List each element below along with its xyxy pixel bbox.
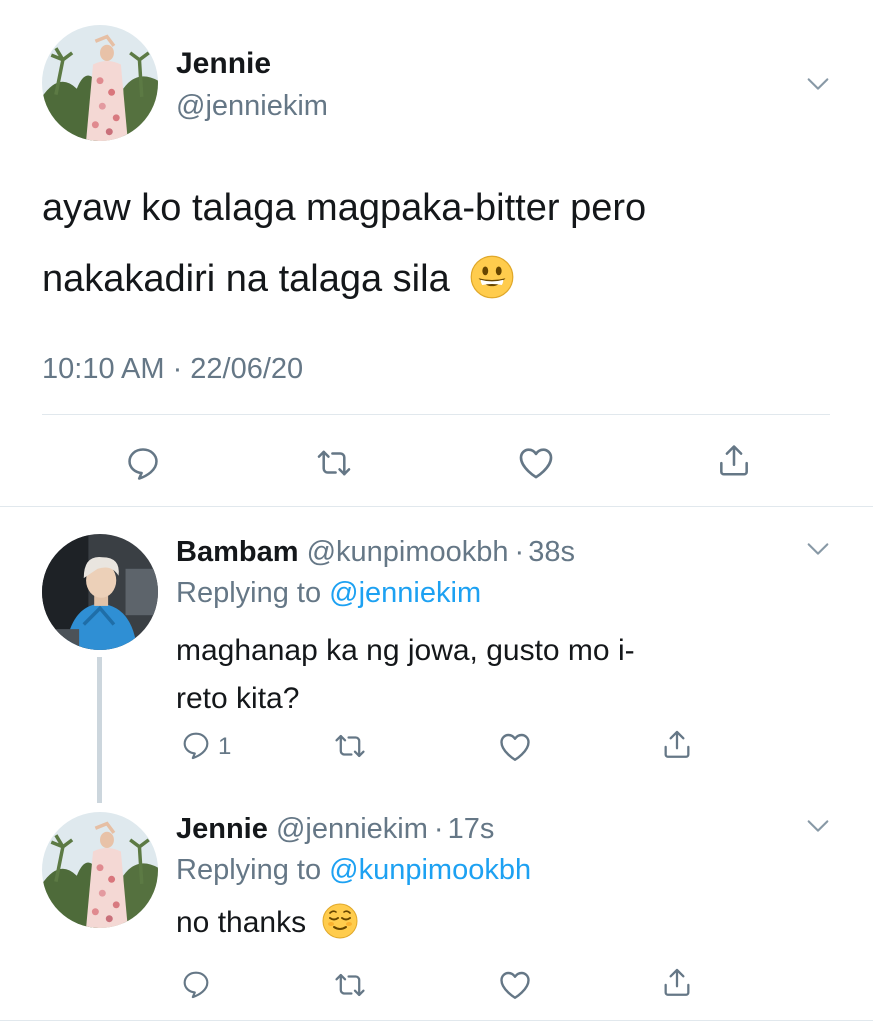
author-handle[interactable]: @jenniekim (276, 813, 428, 845)
author-name[interactable]: Jennie (176, 47, 271, 81)
grinning-face-icon (470, 258, 514, 300)
relieved-face-icon (322, 906, 358, 939)
tweet-text: no thanks (176, 903, 358, 943)
reply-icon[interactable] (180, 968, 212, 1000)
retweet-icon[interactable] (315, 444, 353, 482)
share-icon[interactable] (660, 727, 694, 761)
reply-time[interactable]: 38s (528, 536, 575, 568)
author-name[interactable]: Jennie (176, 813, 268, 845)
like-icon[interactable] (516, 443, 556, 483)
reply-time[interactable]: 17s (448, 813, 495, 845)
replying-to: Replying to @jenniekim (176, 576, 481, 610)
share-icon[interactable] (715, 441, 753, 479)
tweet-text-line: ayaw ko talaga magpaka-bitter pero (42, 187, 647, 229)
chevron-down-icon[interactable] (804, 70, 832, 98)
like-icon[interactable] (497, 729, 533, 765)
share-icon[interactable] (660, 965, 694, 999)
avatar-image (42, 812, 158, 928)
avatar[interactable] (42, 812, 158, 928)
replying-to-link[interactable]: @kunpimookbh (329, 854, 531, 886)
avatar[interactable] (42, 25, 158, 141)
replying-to-link[interactable]: @jenniekim (329, 577, 481, 609)
separator: · (433, 813, 444, 845)
reply-icon[interactable] (124, 444, 162, 482)
retweet-icon[interactable] (333, 729, 367, 763)
replying-to: Replying to @kunpimookbh (176, 853, 531, 887)
tweet-text: maghanap ka ng jowa, gusto mo i- reto ki… (176, 627, 635, 723)
avatar-image (42, 534, 158, 650)
like-icon[interactable] (497, 967, 533, 1003)
tweet-text-span: nakakadiri na talaga sila (42, 258, 450, 300)
tweet-text-line: reto kita? (176, 682, 300, 715)
author-name[interactable]: Bambam (176, 536, 299, 568)
reply-header: Bambam @kunpimookbh · 38s (176, 535, 575, 569)
author-handle[interactable]: @kunpimookbh (307, 536, 509, 568)
reply-icon[interactable] (180, 729, 212, 761)
author-handle[interactable]: @jenniekim (176, 89, 328, 123)
avatar[interactable] (42, 534, 158, 650)
reply-count: 1 (218, 733, 232, 760)
tweet-text-span: no thanks (176, 906, 307, 939)
chevron-down-icon[interactable] (804, 812, 832, 840)
reply-tweet: Bambam @kunpimookbh · 38s Replying to @jen… (0, 507, 873, 807)
separator: · (514, 536, 525, 568)
thread-line (97, 657, 102, 803)
chevron-down-icon[interactable] (804, 535, 832, 563)
divider (42, 414, 830, 415)
tweet-text-line: nakakadiri na talaga sila (42, 257, 842, 301)
tweet-text: ayaw ko talaga magpaka-bitter pero nakak… (42, 186, 842, 301)
retweet-icon[interactable] (333, 968, 367, 1002)
replying-label: Replying to (176, 577, 322, 609)
reply-header: Jennie @jenniekim · 17s (176, 812, 494, 846)
tweet-text-line: maghanap ka ng jowa, gusto mo i- (176, 634, 635, 667)
avatar-image (42, 25, 158, 141)
reply-tweet: Jennie @jenniekim · 17s Replying to @kunpi… (0, 790, 873, 1024)
divider (0, 1020, 873, 1021)
main-tweet: Jennie @jenniekim ayaw ko talaga magpaka… (0, 0, 873, 505)
replying-label: Replying to (176, 854, 322, 886)
timestamp[interactable]: 10:10 AM · 22/06/20 (42, 352, 303, 386)
